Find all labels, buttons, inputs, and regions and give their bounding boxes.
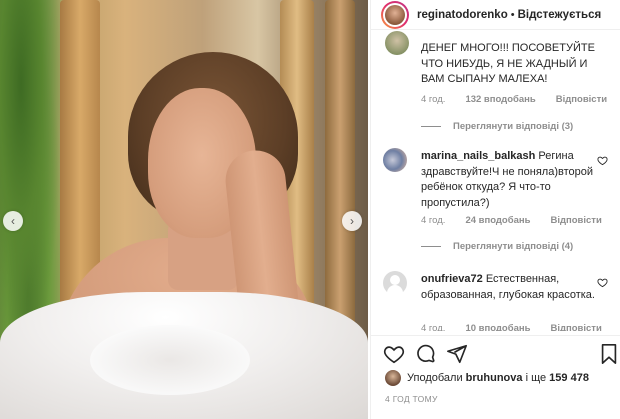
header-separator: • xyxy=(510,8,515,21)
comment-icon[interactable] xyxy=(415,343,439,367)
author-username[interactable]: reginatodorenko xyxy=(417,9,508,21)
reply-button[interactable]: Відповісти xyxy=(550,215,601,226)
view-replies-label: Переглянути відповіді (3) xyxy=(453,121,574,132)
comment-body: marina_nails_balkash Регина здравствуйте… xyxy=(421,149,606,211)
view-replies-label: Переглянути відповіді (4) xyxy=(453,241,574,252)
bookmark-icon[interactable] xyxy=(599,343,620,367)
comment-meta: 4 год. 24 вподобань Відповісти xyxy=(421,215,602,226)
comments-list[interactable]: ДЕНЕГ МНОГО!!! ПОСОВЕТУЙТЕ ЧТО НИБУДЬ, Я… xyxy=(371,31,620,331)
likes-summary: Уподобали bruhunova і ще 159 478 xyxy=(385,370,589,386)
chevron-right-icon[interactable]: › xyxy=(342,211,362,231)
heart-icon[interactable] xyxy=(597,155,608,169)
comment-likes[interactable]: 24 вподобань xyxy=(465,215,530,226)
comment-time: 4 год. xyxy=(421,94,446,105)
post-header: reginatodorenko • Відстежується xyxy=(371,0,620,30)
heart-icon[interactable] xyxy=(383,343,407,367)
comment-avatar[interactable] xyxy=(385,31,409,55)
likes-connector: і ще xyxy=(525,372,547,384)
liker-avatar[interactable] xyxy=(385,370,401,386)
post-side-panel: reginatodorenko • Відстежується ДЕНЕГ МН… xyxy=(370,0,620,419)
comment-avatar[interactable] xyxy=(383,148,407,172)
share-icon[interactable] xyxy=(446,343,470,367)
reply-line xyxy=(421,246,441,247)
action-bar xyxy=(371,335,620,369)
post-timestamp[interactable]: 4 ГОД ТОМУ xyxy=(385,394,438,404)
comment-avatar[interactable] xyxy=(383,271,407,295)
likes-count[interactable]: 159 478 xyxy=(549,372,589,384)
avatar[interactable] xyxy=(381,0,409,29)
comment-meta: 4 год. 10 вподобань Відповісти xyxy=(421,323,602,331)
view-replies-button[interactable]: Переглянути відповіді (4) xyxy=(421,241,573,252)
comment-time: 4 год. xyxy=(421,215,446,226)
heart-icon[interactable] xyxy=(597,277,608,291)
liker-username[interactable]: bruhunova xyxy=(466,372,523,384)
comment-body: onufrieva72 Естественная, образованная, … xyxy=(421,272,601,303)
comment-likes[interactable]: 10 вподобань xyxy=(465,323,530,331)
likes-prefix: Уподобали xyxy=(407,372,463,384)
post-photo[interactable]: ‹ › xyxy=(0,0,368,419)
comment-author[interactable]: marina_nails_balkash xyxy=(421,150,535,162)
comment-meta: 4 год. 132 вподобань Відповісти xyxy=(421,94,607,105)
comment-time: 4 год. xyxy=(421,323,446,331)
comment-likes[interactable]: 132 вподобань xyxy=(465,94,535,105)
avatar-image xyxy=(385,4,405,25)
following-button[interactable]: Відстежується xyxy=(518,9,602,21)
comment-text: ДЕНЕГ МНОГО!!! ПОСОВЕТУЙТЕ ЧТО НИБУДЬ, Я… xyxy=(421,42,595,85)
photo-sheet-fold xyxy=(90,325,250,395)
reply-button[interactable]: Відповісти xyxy=(556,94,607,105)
comment-author[interactable]: onufrieva72 xyxy=(421,273,483,285)
view-replies-button[interactable]: Переглянути відповіді (3) xyxy=(421,121,573,132)
reply-button[interactable]: Відповісти xyxy=(550,323,601,331)
chevron-left-icon[interactable]: ‹ xyxy=(3,211,23,231)
reply-line xyxy=(421,126,441,127)
